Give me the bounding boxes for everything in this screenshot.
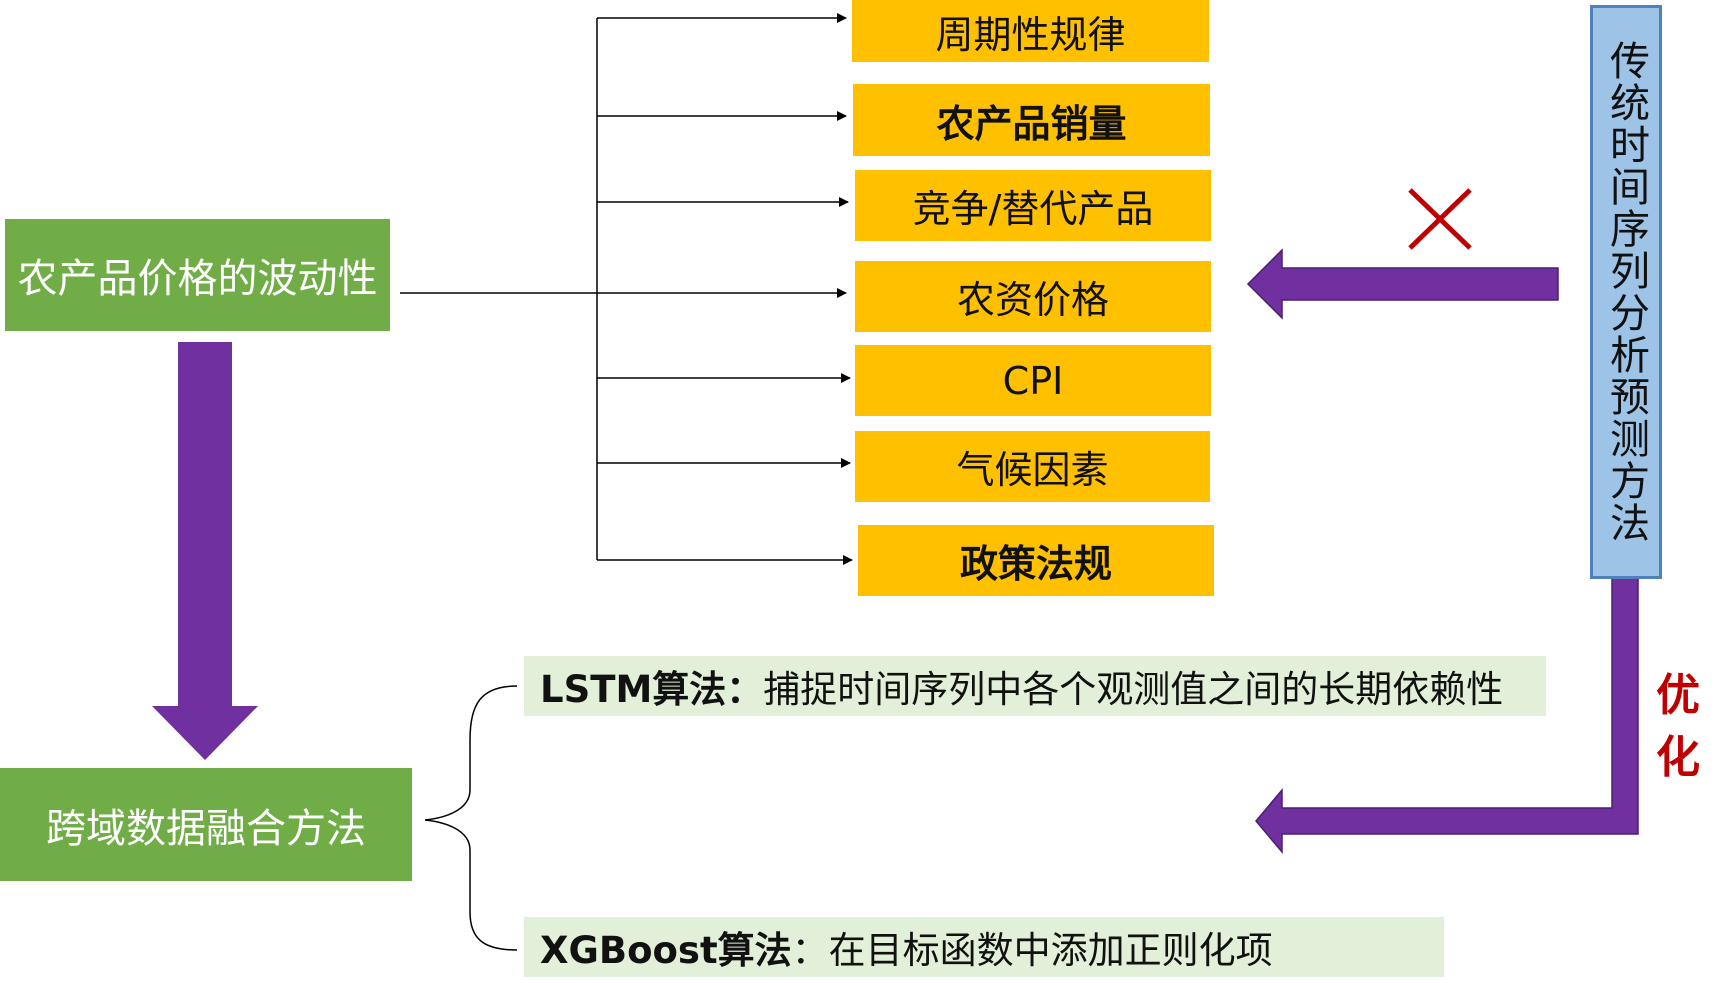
lstm-item: LSTM算法： 捕捉时间序列中各个观测值之间的长期依赖性 [524, 656, 1546, 716]
factor-label: 竞争/替代产品 [912, 187, 1154, 231]
cross-mark-icon [1408, 188, 1472, 250]
factor-label: 农产品销量 [936, 101, 1127, 146]
optimize-label: 优化 [1656, 670, 1700, 783]
traditional-label: 传统时间序列分析预测方法 [1603, 40, 1649, 544]
factor-sales: 农产品销量 [853, 84, 1210, 156]
factor-climate: 气候因素 [855, 431, 1210, 502]
factor-label: 农资价格 [956, 278, 1109, 322]
factor-periodic: 周期性规律 [852, 0, 1209, 62]
root-node: 农产品价格的波动性 [5, 219, 390, 331]
curly-brace [424, 685, 518, 951]
fusion-node: 跨域数据融合方法 [0, 768, 412, 881]
root-label: 农产品价格的波动性 [17, 256, 378, 302]
xgboost-name: XGBoost算法 [540, 929, 792, 972]
factor-label: 气候因素 [956, 448, 1109, 492]
left-arrow-crossed [1246, 248, 1559, 320]
xgboost-desc: ：在目标函数中添加正则化项 [791, 929, 1273, 972]
down-arrow [152, 342, 258, 760]
lstm-desc: 捕捉时间序列中各个观测值之间的长期依赖性 [763, 668, 1504, 711]
factor-cpi: CPI [855, 345, 1211, 416]
factor-policy: 政策法规 [858, 525, 1214, 596]
traditional-method-box: 传统时间序列分析预测方法 [1590, 5, 1662, 579]
factor-label: CPI [1002, 358, 1064, 403]
fusion-label: 跨域数据融合方法 [46, 805, 366, 852]
factor-input-price: 农资价格 [855, 261, 1211, 332]
factor-competition: 竞争/替代产品 [855, 170, 1211, 241]
factor-label: 周期性规律 [935, 12, 1126, 57]
factor-label: 政策法规 [959, 542, 1112, 586]
lstm-name: LSTM算法： [540, 668, 764, 711]
xgboost-item: XGBoost算法 ：在目标函数中添加正则化项 [524, 917, 1444, 977]
